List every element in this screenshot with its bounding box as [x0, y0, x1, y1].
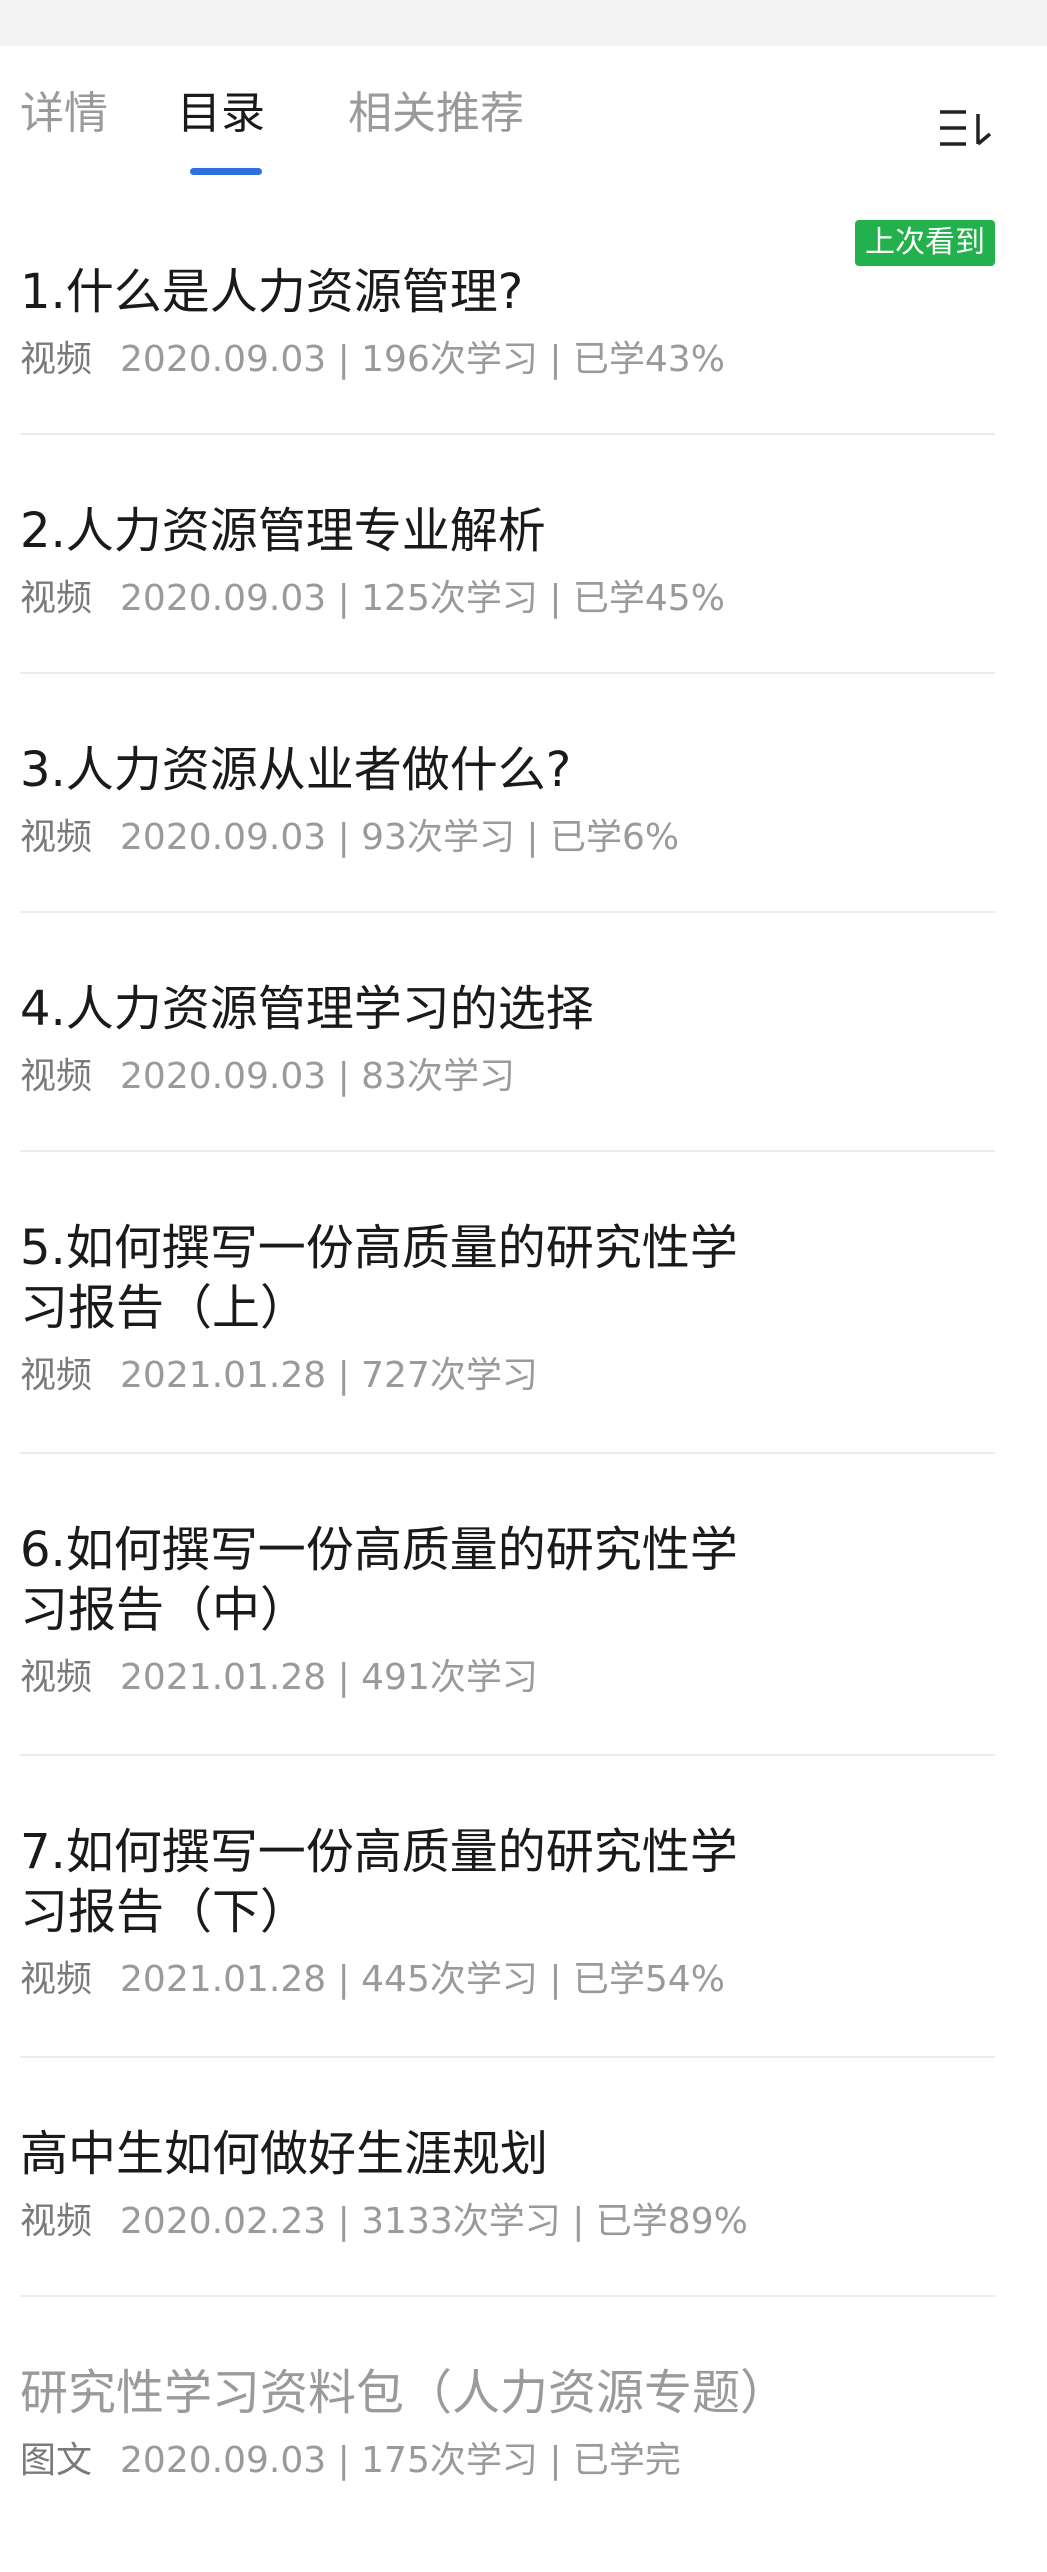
item-title: 4.人力资源管理学习的选择 — [20, 981, 594, 1037]
item-title: 6.如何撰写一份高质量的研究性学习报告（中） — [20, 1522, 738, 1638]
item-date: 2020.09.03 — [120, 578, 327, 619]
item-stats: | 196次学习 | 已学43% — [326, 339, 725, 380]
list-item[interactable]: 7.如何撰写一份高质量的研究性学习报告（下） 视频 2021.01.28 | 44… — [20, 1756, 995, 2058]
item-date: 2021.01.28 — [120, 1355, 327, 1396]
list-item[interactable]: 研究性学习资料包（人力资源专题） 图文 2020.09.03 | 175次学习 |… — [20, 2297, 995, 2557]
item-meta: 视频 2021.01.28 | 445次学习 | 已学54% — [20, 1956, 995, 2004]
item-meta: 视频 2020.09.03 | 83次学习 — [20, 1053, 995, 1101]
item-type: 视频 — [20, 2201, 93, 2242]
item-stats: | 3133次学习 | 已学89% — [326, 2201, 748, 2242]
item-stats: | 125次学习 | 已学45% — [326, 578, 725, 619]
item-type: 图文 — [20, 2440, 93, 2481]
item-stats: | 491次学习 — [326, 1657, 538, 1698]
tab-related[interactable]: 相关推荐 — [348, 86, 524, 142]
item-date: 2021.01.28 — [120, 1959, 327, 2000]
item-title: 2.人力资源管理专业解析 — [20, 503, 546, 559]
item-meta: 视频 2021.01.28 | 727次学习 — [20, 1352, 995, 1400]
item-date: 2020.09.03 — [120, 2440, 327, 2481]
tab-bar: 详情 目录 相关推荐 — [0, 46, 1047, 196]
item-stats: | 175次学习 | 已学完 — [326, 2440, 681, 2481]
list-item[interactable]: 6.如何撰写一份高质量的研究性学习报告（中） 视频 2021.01.28 | 49… — [20, 1454, 995, 1756]
item-type: 视频 — [20, 578, 93, 619]
item-meta: 视频 2020.09.03 | 125次学习 | 已学45% — [20, 575, 995, 623]
item-meta: 图文 2020.09.03 | 175次学习 | 已学完 — [20, 2437, 995, 2485]
item-type: 视频 — [20, 817, 93, 858]
active-tab-indicator — [190, 168, 262, 175]
item-type: 视频 — [20, 1657, 93, 1698]
item-stats: | 727次学习 — [326, 1355, 538, 1396]
list-item[interactable]: 2.人力资源管理专业解析 视频 2020.09.03 | 125次学习 | 已学4… — [20, 435, 995, 674]
item-meta: 视频 2020.09.03 | 196次学习 | 已学43% — [20, 336, 995, 384]
list-item[interactable]: 5.如何撰写一份高质量的研究性学习报告（上） 视频 2021.01.28 | 72… — [20, 1152, 995, 1454]
item-date: 2020.09.03 — [120, 1056, 327, 1097]
item-meta: 视频 2020.02.23 | 3133次学习 | 已学89% — [20, 2198, 995, 2246]
item-title: 1.什么是人力资源管理? — [20, 264, 524, 320]
last-viewed-badge: 上次看到 — [855, 220, 995, 266]
item-title: 5.如何撰写一份高质量的研究性学习报告（上） — [20, 1220, 738, 1336]
item-stats: | 83次学习 — [326, 1056, 515, 1097]
list-item[interactable]: 上次看到 1.什么是人力资源管理? 视频 2020.09.03 | 196次学习 … — [20, 196, 995, 435]
item-type: 视频 — [20, 339, 93, 380]
item-date: 2021.01.28 — [120, 1657, 327, 1698]
sort-list-icon[interactable] — [936, 98, 996, 158]
top-divider-strip — [0, 0, 1047, 46]
item-title: 研究性学习资料包（人力资源专题） — [20, 2365, 789, 2421]
list-item[interactable]: 高中生如何做好生涯规划 视频 2020.02.23 | 3133次学习 | 已学8… — [20, 2058, 995, 2297]
list-item[interactable]: 4.人力资源管理学习的选择 视频 2020.09.03 | 83次学习 — [20, 913, 995, 1152]
item-title: 3.人力资源从业者做什么? — [20, 742, 572, 798]
item-date: 2020.09.03 — [120, 339, 327, 380]
item-type: 视频 — [20, 1056, 93, 1097]
item-type: 视频 — [20, 1355, 93, 1396]
item-meta: 视频 2020.09.03 | 93次学习 | 已学6% — [20, 814, 995, 862]
item-stats: | 93次学习 | 已学6% — [326, 817, 680, 858]
catalog-list: 上次看到 1.什么是人力资源管理? 视频 2020.09.03 | 196次学习 … — [0, 196, 1047, 2557]
tab-details[interactable]: 详情 — [20, 86, 108, 142]
item-date: 2020.02.23 — [120, 2201, 327, 2242]
item-title: 7.如何撰写一份高质量的研究性学习报告（下） — [20, 1824, 738, 1940]
item-title: 高中生如何做好生涯规划 — [20, 2126, 549, 2182]
list-item[interactable]: 3.人力资源从业者做什么? 视频 2020.09.03 | 93次学习 | 已学6… — [20, 674, 995, 913]
item-type: 视频 — [20, 1959, 93, 2000]
tab-catalog[interactable]: 目录 — [177, 86, 265, 142]
item-meta: 视频 2021.01.28 | 491次学习 — [20, 1654, 995, 1702]
item-stats: | 445次学习 | 已学54% — [326, 1959, 725, 2000]
item-date: 2020.09.03 — [120, 817, 327, 858]
